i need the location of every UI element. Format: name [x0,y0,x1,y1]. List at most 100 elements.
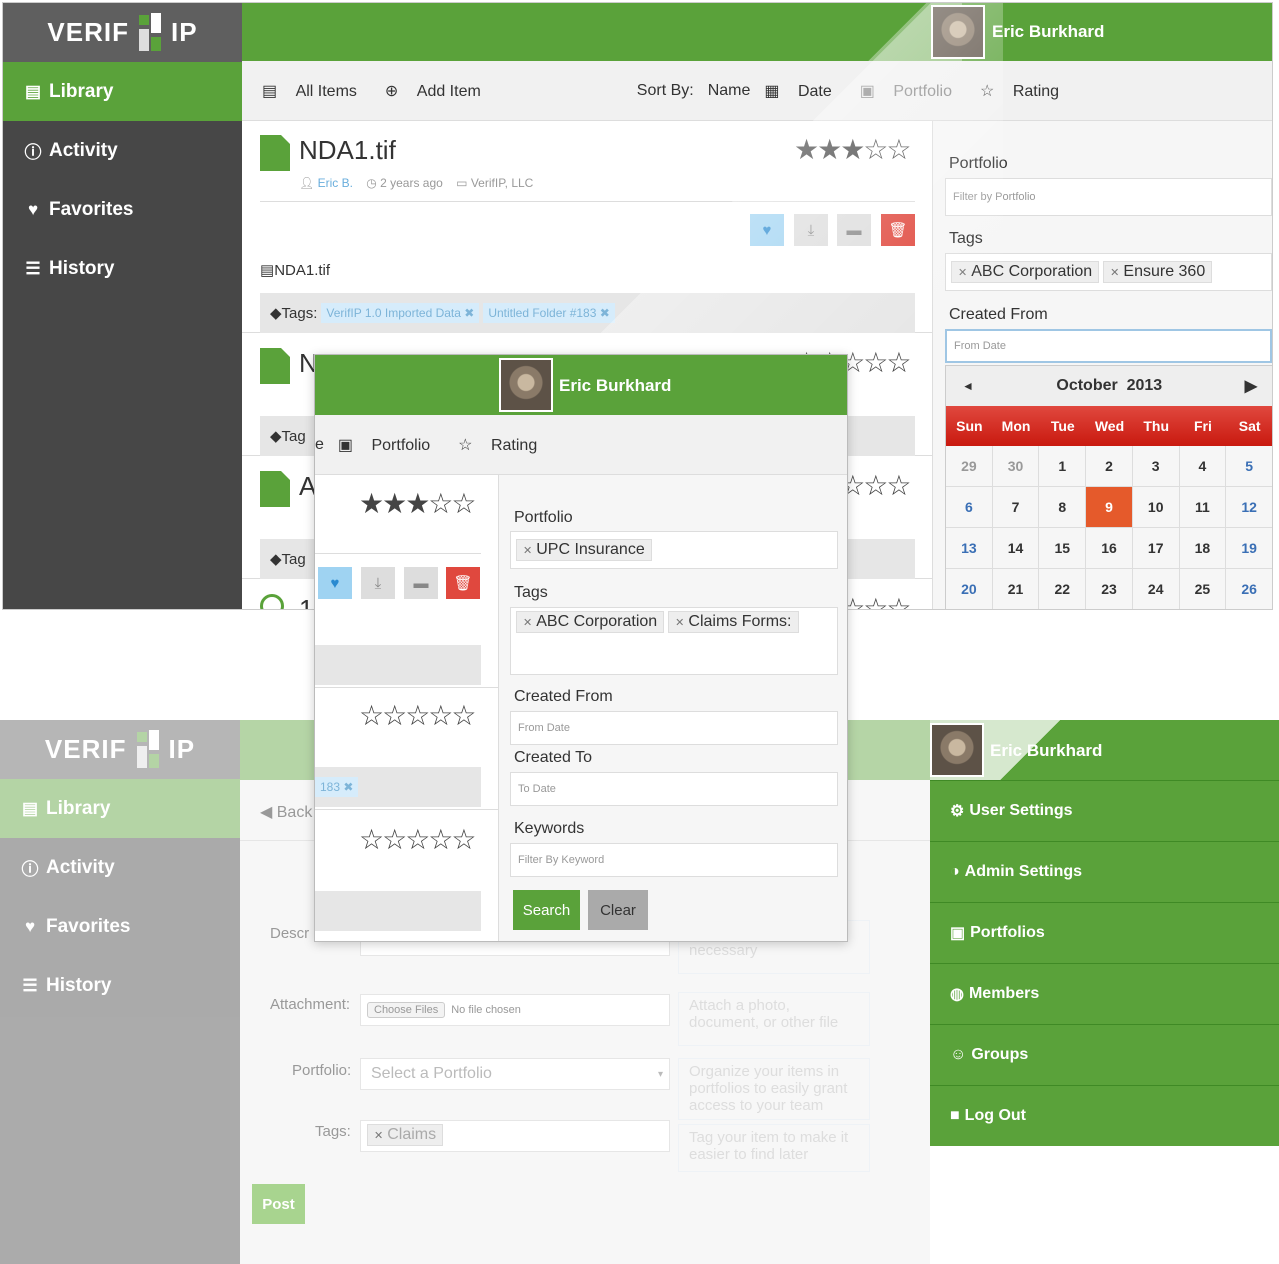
rating-stars[interactable]: ☆☆☆☆☆ [359,823,477,856]
calendar-day[interactable]: 12 [1226,487,1272,528]
avatar[interactable] [499,358,553,412]
nav-favorites[interactable]: ♥ Favorites [0,897,240,956]
calendar-day[interactable]: 7 [992,487,1040,528]
sort-rating[interactable]: ☆ Rating [458,435,551,455]
user-menu-item[interactable]: ■ Log Out [930,1085,1279,1146]
portfolio-select[interactable]: Select a Portfolio ▾ [360,1058,670,1090]
calendar-day[interactable]: 1 [1039,446,1087,487]
prev-month-icon[interactable]: ◄ [962,379,974,393]
user-name[interactable]: Eric Burkhard [559,376,671,396]
download-button[interactable]: ⤓ [361,567,395,599]
delete-button[interactable]: 🗑︎ [446,567,480,599]
sort-portfolio[interactable]: ▣ Portfolio [338,435,444,455]
nav-library[interactable]: ▤ Library [3,62,242,121]
back-button[interactable]: ◀ Back [260,802,312,822]
tag-chip[interactable]: Untitled Folder #183 ✖ [483,303,615,323]
calendar-day[interactable]: 6 [946,487,993,528]
tag-token[interactable]: ✕ Claims Forms: [668,611,799,633]
folder-button[interactable]: ▬ [837,214,871,246]
calendar-day[interactable]: 8 [1039,487,1087,528]
nav-favorites[interactable]: ♥ Favorites [3,180,242,239]
nav-activity[interactable]: ⓘ Activity [3,121,242,180]
calendar-day[interactable]: 2 [1086,446,1133,487]
tag-chip[interactable]: VerifIP 1.0 Imported Data ✖ [321,303,480,323]
remove-icon[interactable]: ✕ [1110,267,1119,279]
rating-stars[interactable]: ★★★☆☆ [359,487,477,520]
to-date-input[interactable]: To Date [510,772,838,806]
from-date-input[interactable]: From Date [945,329,1272,363]
keyword-input[interactable]: Filter By Keyword [510,843,838,877]
user-menu-item[interactable]: ◑ Admin Settings [930,841,1279,902]
nav-history[interactable]: ☰ History [0,956,240,1015]
calendar-day[interactable]: 4 [1179,446,1227,487]
download-button[interactable]: ⤓ [794,214,828,246]
sort-date[interactable]: ▦ Date [764,81,845,101]
calendar-day[interactable]: 16 [1086,528,1133,569]
remove-icon[interactable]: ✕ [675,617,684,629]
calendar-day[interactable]: 30 [992,446,1040,487]
calendar-day[interactable]: 21 [992,569,1040,609]
calendar-day[interactable]: 20 [946,569,993,609]
choose-files-button[interactable]: Choose Files [367,1002,446,1018]
calendar-day[interactable]: 10 [1132,487,1180,528]
tag-token[interactable]: ✕ Claims [367,1124,444,1146]
rating-stars[interactable]: ★★★☆☆ [794,133,912,166]
tags-input[interactable]: ✕ Claims [360,1120,670,1152]
nav-history[interactable]: ☰ History [3,239,242,298]
folder-button[interactable]: ▬ [404,567,438,599]
user-name[interactable]: Eric Burkhard [992,22,1104,42]
calendar-day-selected[interactable]: 9 [1086,487,1133,528]
sort-date[interactable]: e [315,436,324,454]
next-month-icon[interactable]: ▶ [1245,376,1257,396]
nav-activity[interactable]: ⓘ Activity [0,838,240,897]
calendar-day[interactable]: 24 [1132,569,1180,609]
calendar-day[interactable]: 3 [1132,446,1180,487]
sort-name[interactable]: Name [708,82,751,100]
user-menu-item[interactable]: ◍ Members [930,963,1279,1024]
tags-filter-input[interactable]: ✕ ABC Corporation ✕ Ensure 360 [945,253,1272,291]
portfolio-filter-input[interactable]: ✕ UPC Insurance [510,531,838,569]
sort-portfolio[interactable]: ▣ Portfolio [860,81,966,101]
all-items-button[interactable]: ▤ All Items [262,81,371,101]
tags-filter-input[interactable]: ✕ ABC Corporation ✕ Claims Forms: [510,607,838,675]
rating-stars[interactable]: ☆☆☆☆☆ [359,699,477,732]
post-button[interactable]: Post [252,1184,305,1224]
user-menu-item[interactable]: ▣ Portfolios [930,902,1279,963]
calendar-day[interactable]: 17 [1132,528,1180,569]
calendar-day[interactable]: 14 [992,528,1040,569]
item-title[interactable]: NDA1.tif [299,135,396,166]
calendar-day[interactable]: 13 [946,528,993,569]
calendar-day[interactable]: 26 [1226,569,1272,609]
list-item[interactable]: NDA1.tif ★★★☆☆ 👤︎ Eric B. ◷ 2 years ago … [242,121,932,333]
remove-icon[interactable]: ✕ [374,1130,383,1142]
calendar-day[interactable]: 29 [946,446,993,487]
calendar-day[interactable]: 11 [1179,487,1227,528]
tag-token[interactable]: ✕ Ensure 360 [1103,261,1213,283]
tag-token[interactable]: ✕ ABC Corporation [951,261,1100,283]
item-title[interactable]: 1 [299,594,313,609]
remove-icon[interactable]: ✕ [523,545,532,557]
calendar-day[interactable]: 19 [1226,528,1272,569]
nav-library[interactable]: ▤ Library [0,779,240,838]
portfolio-filter-input[interactable]: Filter by Portfolio [945,178,1272,216]
calendar-day[interactable]: 25 [1179,569,1227,609]
avatar[interactable] [931,5,985,59]
calendar-day[interactable]: 5 [1226,446,1272,487]
remove-icon[interactable]: ✕ [958,267,967,279]
user-menu-item[interactable]: ☺ Groups [930,1024,1279,1085]
user-name[interactable]: Eric Burkhard [990,741,1102,761]
user-menu-item[interactable]: ⚙ User Settings [930,780,1279,841]
remove-icon[interactable]: ✕ [523,617,532,629]
calendar-day[interactable]: 18 [1179,528,1227,569]
delete-button[interactable]: 🗑︎ [881,214,915,246]
favorite-button[interactable]: ♥ [318,567,352,599]
search-button[interactable]: Search [513,890,580,930]
from-date-input[interactable]: From Date [510,711,838,745]
item-author[interactable]: Eric B. [318,176,353,190]
clear-button[interactable]: Clear [588,890,648,930]
tag-token[interactable]: ✕ ABC Corporation [516,611,665,633]
calendar-day[interactable]: 23 [1086,569,1133,609]
calendar-day[interactable]: 15 [1039,528,1087,569]
tag-chip[interactable]: 183 ✖ [315,777,359,797]
avatar[interactable] [930,723,984,777]
